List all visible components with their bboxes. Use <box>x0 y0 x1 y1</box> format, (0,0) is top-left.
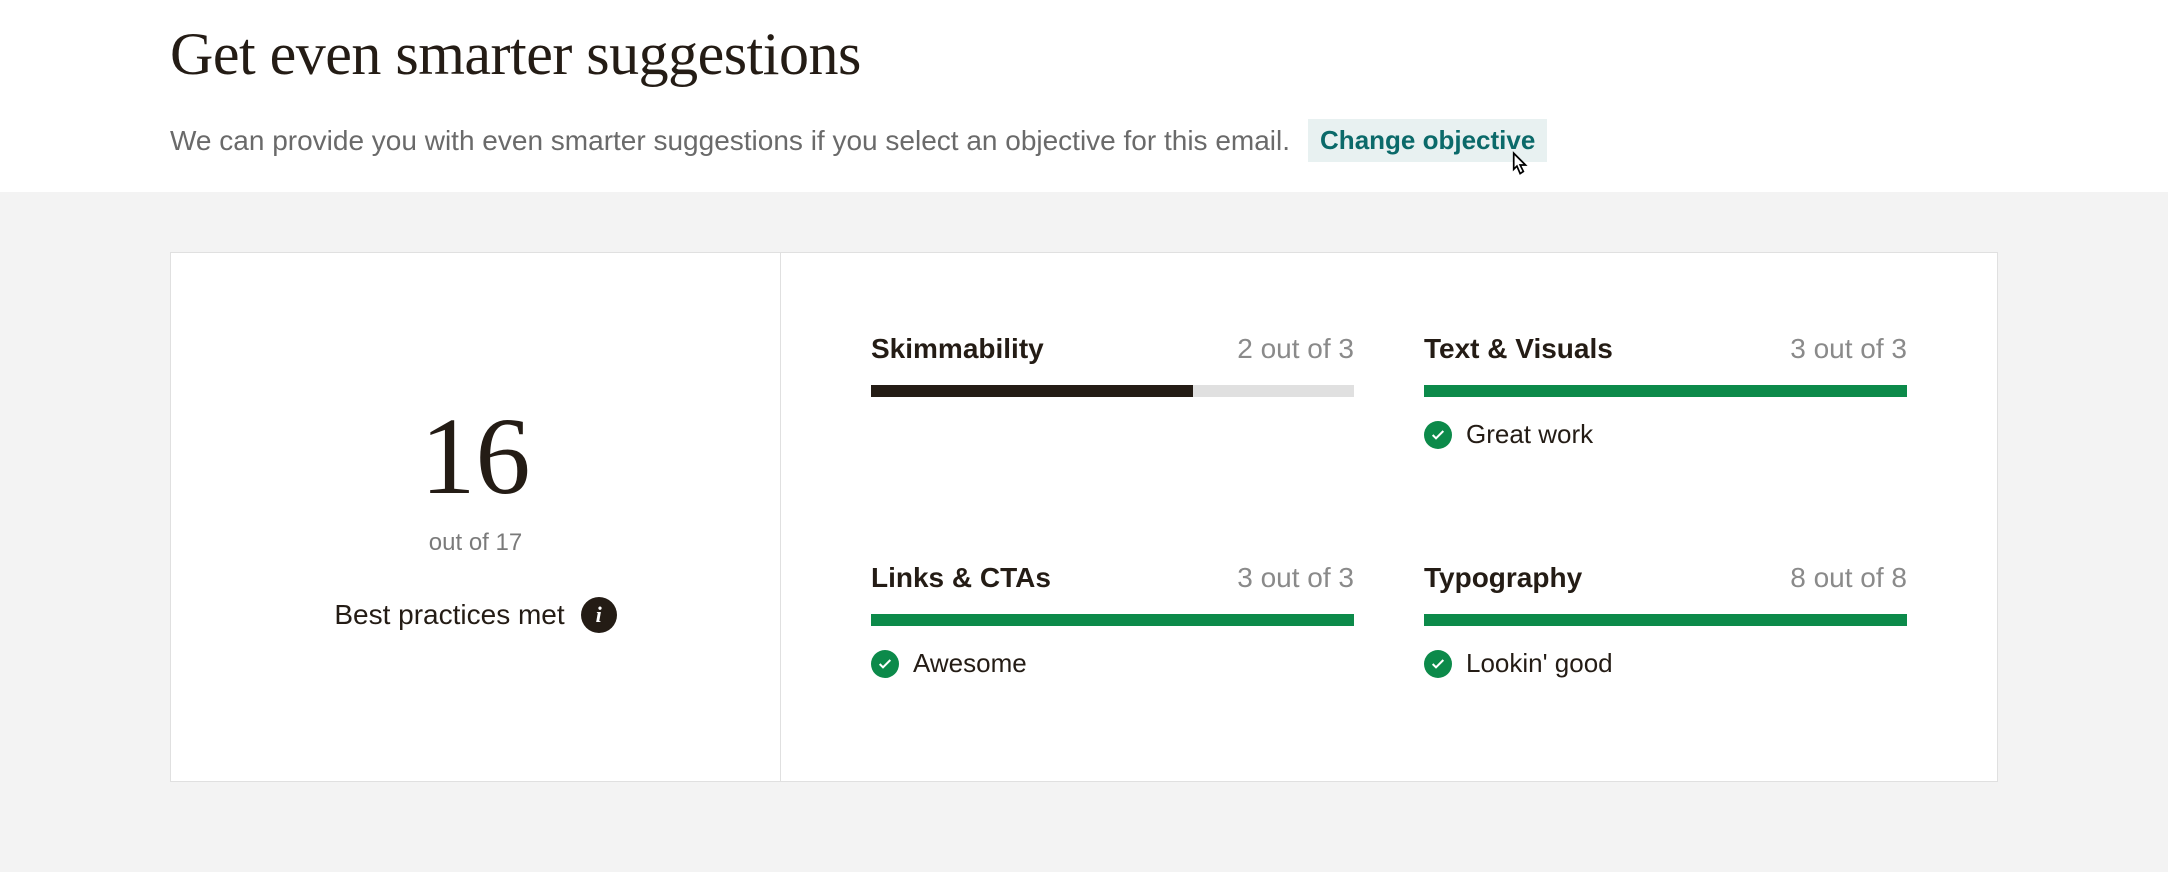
info-icon[interactable]: i <box>581 597 617 633</box>
progress-bar <box>871 385 1354 397</box>
metric-text-visuals: Text & Visuals 3 out of 3 Great work <box>1424 333 1907 492</box>
summary-score: 16 <box>421 401 531 511</box>
summary-out-of: out of 17 <box>429 529 522 557</box>
metric-skimmability: Skimmability 2 out of 3 <box>871 333 1354 492</box>
metric-score: 8 out of 8 <box>1790 562 1907 594</box>
metric-score: 2 out of 3 <box>1237 333 1354 365</box>
metric-message: Great work <box>1466 419 1593 450</box>
progress-fill <box>871 385 1193 397</box>
metrics-grid: Skimmability 2 out of 3 Text & Visuals 3… <box>781 253 1997 781</box>
progress-fill <box>1424 614 1907 626</box>
metric-name: Skimmability <box>871 333 1044 365</box>
metric-typography: Typography 8 out of 8 Lookin' good <box>1424 562 1907 721</box>
page-title: Get even smarter suggestions <box>170 20 1998 89</box>
progress-fill <box>871 614 1354 626</box>
metric-name: Links & CTAs <box>871 562 1051 594</box>
summary-column: 16 out of 17 Best practices met i <box>171 253 781 781</box>
check-icon <box>1424 421 1452 449</box>
metrics-panel: 16 out of 17 Best practices met i Skimma… <box>0 192 2168 872</box>
metric-name: Typography <box>1424 562 1582 594</box>
metric-name: Text & Visuals <box>1424 333 1613 365</box>
progress-bar <box>1424 385 1907 397</box>
metric-score: 3 out of 3 <box>1237 562 1354 594</box>
metric-links-ctas: Links & CTAs 3 out of 3 Awesome <box>871 562 1354 721</box>
progress-bar <box>871 614 1354 626</box>
metric-message: Lookin' good <box>1466 648 1613 679</box>
metric-message: Awesome <box>913 648 1027 679</box>
progress-fill <box>1424 385 1907 397</box>
summary-label: Best practices met <box>334 599 564 631</box>
page-subtitle: We can provide you with even smarter sug… <box>170 125 1290 157</box>
cursor-icon <box>1505 150 1531 187</box>
progress-bar <box>1424 614 1907 626</box>
check-icon <box>871 650 899 678</box>
check-icon <box>1424 650 1452 678</box>
metrics-card: 16 out of 17 Best practices met i Skimma… <box>170 252 1998 782</box>
metric-score: 3 out of 3 <box>1790 333 1907 365</box>
